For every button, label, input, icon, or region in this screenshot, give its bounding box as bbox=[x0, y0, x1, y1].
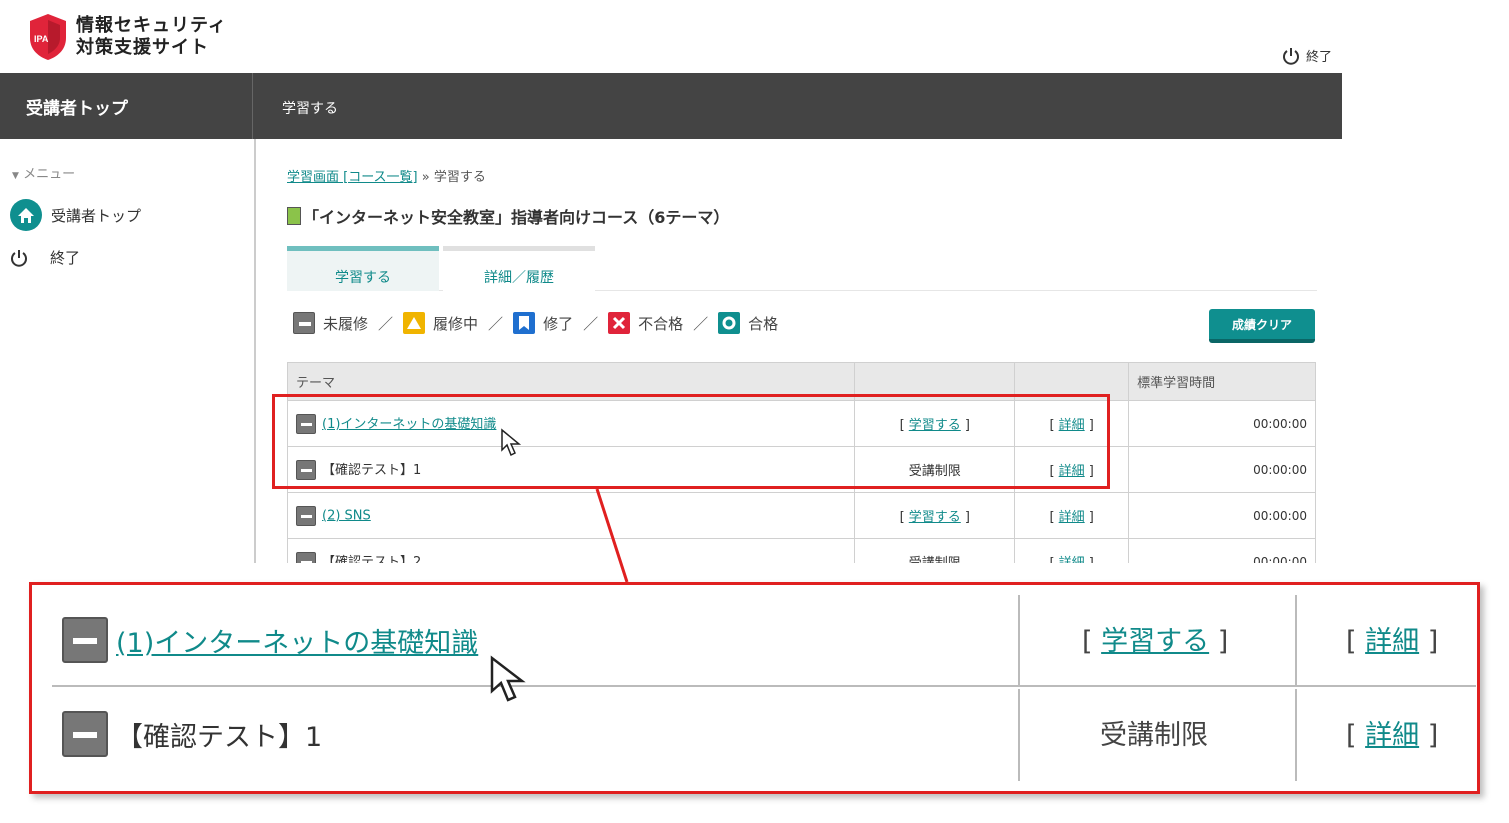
logout-link-top[interactable]: 終了 bbox=[1282, 46, 1332, 65]
site-logo[interactable]: IPA 情報セキュリティ 対策支援サイト bbox=[26, 12, 227, 62]
breadcrumb: 学習画面 [コース一覧] » 学習する bbox=[287, 166, 486, 185]
power-icon bbox=[1283, 47, 1299, 65]
zoom-row: 【確認テスト】1 受講制限 [ 詳細 ] bbox=[52, 689, 1476, 781]
logo-line-2: 対策支援サイト bbox=[76, 37, 209, 58]
legend-separator: ／ bbox=[583, 314, 599, 333]
in-progress-icon bbox=[403, 312, 426, 334]
sidebar-item-student-top[interactable]: 受講者トップ bbox=[10, 199, 141, 231]
standard-time: 00:00:00 bbox=[1128, 400, 1316, 447]
table-row: 【確認テスト】2 受講制限 [ 詳細 ] 00:00:00 bbox=[287, 538, 1316, 563]
tab-learn[interactable]: 学習する bbox=[287, 246, 439, 291]
theme-link[interactable]: (2) SNS bbox=[322, 508, 371, 523]
nav-learn[interactable]: 学習する bbox=[282, 98, 338, 118]
zoom-callout: (1)インターネットの基礎知識 [ 学習する ] [ 詳細 ] 【確認テスト】1… bbox=[29, 582, 1480, 794]
passed-icon bbox=[718, 312, 741, 334]
zoom-theme-link[interactable]: (1)インターネットの基礎知識 bbox=[116, 621, 478, 660]
not-taken-icon bbox=[62, 711, 108, 757]
logo-line-1: 情報セキュリティ bbox=[76, 15, 227, 36]
triangle-down-icon: ▼ bbox=[12, 171, 19, 181]
restricted-label: 受講制限 bbox=[854, 538, 1016, 563]
main-navbar: 受講者トップ 学習する bbox=[0, 73, 1342, 139]
tab-bar: 学習する 詳細／履歴 bbox=[287, 246, 1317, 291]
clear-results-button[interactable]: 成績クリア bbox=[1209, 309, 1315, 343]
logo-mark: IPA bbox=[34, 34, 49, 44]
column-divider bbox=[1018, 689, 1020, 781]
detail-link[interactable]: 詳細 bbox=[1059, 556, 1085, 563]
book-icon bbox=[287, 207, 301, 225]
sidebar-item-label: 受講者トップ bbox=[51, 206, 142, 225]
legend-separator: ／ bbox=[693, 314, 709, 333]
highlight-frame bbox=[272, 394, 1110, 489]
legend-label: 不合格 bbox=[638, 314, 684, 333]
nav-student-top[interactable]: 受講者トップ bbox=[0, 73, 253, 139]
breadcrumb-separator: » bbox=[421, 170, 430, 185]
table-row: (2) SNS [ 学習する ] [ 詳細 ] 00:00:00 bbox=[287, 492, 1316, 539]
legend-label: 合格 bbox=[748, 314, 779, 333]
not-taken-icon bbox=[293, 312, 315, 334]
breadcrumb-current: 学習する bbox=[433, 170, 486, 185]
legend-label: 履修中 bbox=[433, 314, 479, 333]
shield-logo-icon: IPA bbox=[30, 14, 66, 60]
column-divider bbox=[1295, 595, 1297, 687]
zoom-row: (1)インターネットの基礎知識 [ 学習する ] [ 詳細 ] bbox=[52, 595, 1476, 687]
column-divider bbox=[1295, 689, 1297, 781]
column-divider bbox=[1018, 595, 1020, 687]
sidebar-menu-heading[interactable]: ▼ メニュー bbox=[12, 163, 75, 182]
column-header-standard-time: 標準学習時間 bbox=[1128, 362, 1316, 401]
home-icon bbox=[10, 199, 42, 231]
standard-time: 00:00:00 bbox=[1128, 446, 1316, 493]
failed-icon bbox=[608, 312, 631, 334]
legend-label: 修了 bbox=[543, 314, 574, 333]
zoom-restricted-label: 受講制限 bbox=[1100, 720, 1208, 751]
zoom-detail-link[interactable]: 詳細 bbox=[1365, 626, 1419, 657]
tab-detail-history[interactable]: 詳細／履歴 bbox=[443, 246, 595, 291]
detail-link[interactable]: 詳細 bbox=[1059, 510, 1085, 525]
not-taken-icon bbox=[296, 552, 316, 563]
completed-icon bbox=[513, 312, 536, 334]
standard-time: 00:00:00 bbox=[1128, 538, 1316, 563]
theme-label: 【確認テスト】2 bbox=[322, 554, 422, 563]
zoom-learn-link[interactable]: 学習する bbox=[1101, 626, 1209, 657]
learn-link[interactable]: 学習する bbox=[909, 510, 961, 525]
sidebar-item-logout[interactable]: 終了 bbox=[10, 247, 80, 268]
zoom-detail-link[interactable]: 詳細 bbox=[1365, 720, 1419, 751]
legend-separator: ／ bbox=[488, 314, 504, 333]
site-header: IPA 情報セキュリティ 対策支援サイト 終了 bbox=[0, 0, 1342, 73]
breadcrumb-course-list-link[interactable]: 学習画面 [コース一覧] bbox=[287, 170, 418, 185]
mouse-cursor-icon bbox=[490, 655, 526, 702]
not-taken-icon bbox=[296, 505, 316, 526]
sidebar: ▼ メニュー 受講者トップ 終了 bbox=[0, 139, 256, 563]
legend-label: 未履修 bbox=[323, 314, 369, 333]
standard-time: 00:00:00 bbox=[1128, 492, 1316, 539]
sidebar-item-label: 終了 bbox=[50, 249, 81, 267]
logout-label: 終了 bbox=[1306, 50, 1333, 65]
status-legend: 未履修 ／ 履修中 ／ 修了 ／ 不合格 ／ 合格 bbox=[293, 312, 778, 334]
zoom-theme-label: 【確認テスト】1 bbox=[116, 721, 323, 753]
power-icon bbox=[11, 249, 27, 267]
page-title: 「インターネット安全教室」指導者向けコース（6テーマ） bbox=[287, 204, 729, 228]
not-taken-icon bbox=[62, 617, 108, 663]
legend-separator: ／ bbox=[378, 314, 394, 333]
